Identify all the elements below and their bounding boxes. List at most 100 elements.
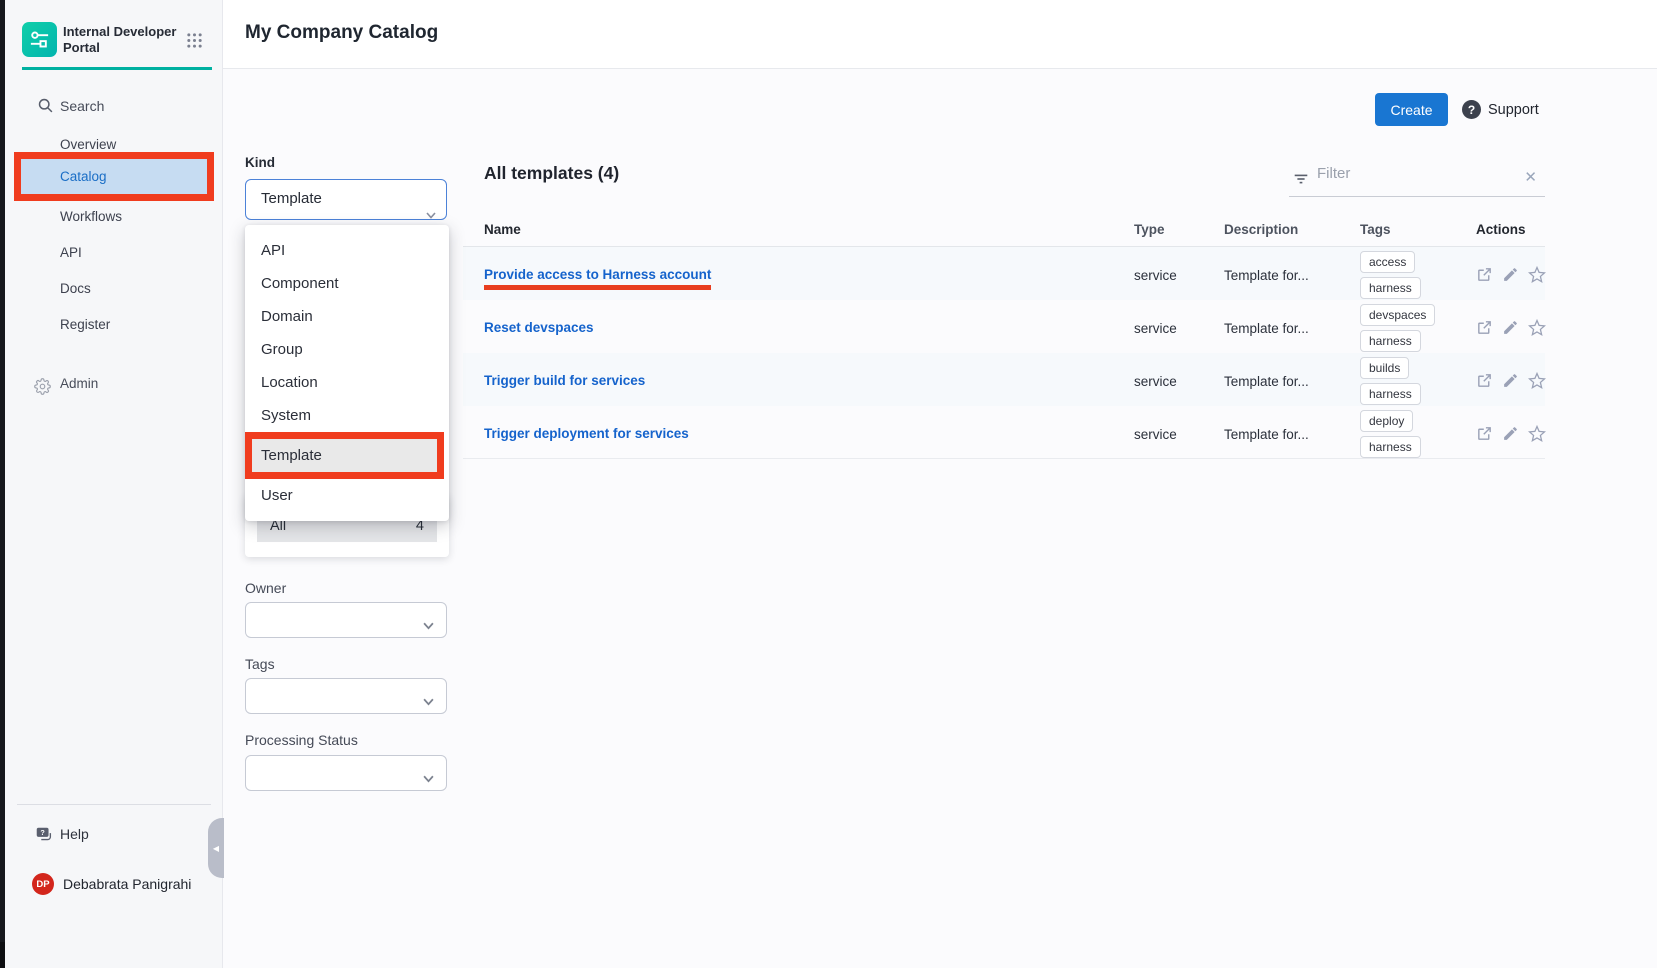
sidebar-item-docs[interactable]: Docs [5, 273, 223, 305]
row-tags: access harness [1360, 247, 1476, 303]
question-circle-icon: ? [1462, 100, 1481, 119]
processing-status-label: Processing Status [245, 732, 358, 748]
gear-icon [34, 375, 51, 407]
tags-select[interactable] [245, 678, 447, 714]
apps-grid-icon[interactable] [186, 32, 203, 54]
help-chat-icon: ? [34, 825, 54, 850]
column-header-description[interactable]: Description [1224, 222, 1360, 237]
user-name: Debabrata Panigrahi [63, 876, 191, 892]
annotation-box-catalog: Catalog [14, 152, 214, 201]
tag-chip[interactable]: deploy [1360, 410, 1413, 432]
star-icon[interactable] [1528, 372, 1546, 390]
column-header-actions: Actions [1476, 222, 1545, 237]
sidebar-item-search[interactable]: Search [5, 92, 223, 122]
tag-chip[interactable]: harness [1360, 436, 1421, 458]
row-name-link[interactable]: Reset devspaces [484, 320, 594, 335]
chevron-down-icon [423, 770, 434, 788]
table-header-row: Name Type Description Tags Actions [463, 213, 1545, 247]
sidebar-item-api[interactable]: API [5, 237, 223, 269]
row-description: Template for... [1224, 374, 1360, 389]
tag-chip[interactable]: devspaces [1360, 304, 1435, 326]
kind-option-domain[interactable]: Domain [245, 300, 449, 333]
row-tags: deploy harness [1360, 406, 1476, 462]
user-menu[interactable]: DP Debabrata Panigrahi [5, 868, 223, 902]
tags-label: Tags [245, 656, 275, 672]
edit-pencil-icon[interactable] [1502, 266, 1519, 284]
tag-chip[interactable]: access [1360, 251, 1415, 273]
owner-select[interactable] [245, 602, 447, 638]
sidebar-item-admin[interactable]: Admin [5, 368, 223, 400]
help-label: Help [60, 826, 89, 842]
open-in-new-icon[interactable] [1476, 372, 1493, 390]
kind-option-api[interactable]: API [245, 234, 449, 267]
kind-option-component[interactable]: Component [245, 267, 449, 300]
row-actions [1476, 319, 1546, 337]
column-header-type[interactable]: Type [1134, 222, 1224, 237]
sidebar-item-workflows[interactable]: Workflows [5, 201, 223, 233]
row-name-link[interactable]: Provide access to Harness account [484, 267, 711, 290]
table-filter: ✕ [1289, 161, 1545, 197]
sidebar-item-register[interactable]: Register [5, 309, 223, 341]
brand-divider [22, 67, 212, 70]
row-type: service [1134, 321, 1224, 336]
idp-logo-icon[interactable] [22, 22, 57, 57]
create-button[interactable]: Create [1375, 93, 1448, 126]
table-title: All templates (4) [484, 163, 619, 184]
sidebar-item-catalog[interactable]: Catalog [21, 159, 207, 194]
column-header-tags[interactable]: Tags [1360, 222, 1476, 237]
open-in-new-icon[interactable] [1476, 319, 1493, 337]
kind-select[interactable]: Template [245, 179, 447, 220]
clear-filter-icon[interactable]: ✕ [1524, 168, 1537, 186]
sidebar-item-help[interactable]: ? Help [5, 820, 223, 852]
row-actions [1476, 266, 1546, 284]
app-window: Internal Developer Portal Search Overvie… [0, 0, 1657, 968]
svg-text:?: ? [40, 828, 45, 837]
circuit-icon [28, 28, 51, 51]
kind-option-template[interactable]: Template [245, 432, 444, 479]
star-icon[interactable] [1528, 319, 1546, 337]
kind-option-location[interactable]: Location [245, 366, 449, 399]
row-name-link[interactable]: Trigger deployment for services [484, 426, 689, 441]
kind-label: Kind [245, 155, 275, 170]
support-label: Support [1488, 102, 1539, 118]
support-button[interactable]: ? Support [1462, 100, 1539, 119]
open-in-new-icon[interactable] [1476, 425, 1493, 443]
table-row: Provide access to Harness account servic… [463, 247, 1545, 300]
kind-option-system[interactable]: System [245, 399, 449, 432]
sidebar-footer-divider [17, 804, 211, 805]
table-row: Trigger deployment for services service … [463, 406, 1545, 459]
search-label: Search [60, 98, 104, 114]
kind-option-user[interactable]: User [245, 479, 449, 512]
column-header-name[interactable]: Name [463, 222, 1134, 237]
kind-option-group[interactable]: Group [245, 333, 449, 366]
admin-label: Admin [60, 368, 98, 400]
star-icon[interactable] [1528, 266, 1546, 284]
processing-status-select[interactable] [245, 755, 447, 791]
row-tags: devspaces harness [1360, 300, 1476, 356]
row-description: Template for... [1224, 427, 1360, 442]
tag-chip[interactable]: harness [1360, 277, 1421, 299]
edit-pencil-icon[interactable] [1502, 319, 1519, 337]
main-content: Create ? Support Kind Template APICompon… [223, 69, 1657, 968]
row-tags: builds harness [1360, 353, 1476, 409]
row-type: service [1134, 427, 1224, 442]
tag-chip[interactable]: builds [1360, 357, 1409, 379]
edit-pencil-icon[interactable] [1502, 425, 1519, 443]
filter-input[interactable] [1317, 165, 1507, 182]
page-header: My Company Catalog [223, 0, 1657, 69]
tag-chip[interactable]: harness [1360, 383, 1421, 405]
row-type: service [1134, 268, 1224, 283]
kind-select-value: Template [261, 190, 322, 207]
sidebar-collapse-handle[interactable]: ◀ [208, 818, 224, 878]
avatar: DP [32, 873, 54, 895]
row-type: service [1134, 374, 1224, 389]
page-title: My Company Catalog [245, 22, 438, 44]
edit-pencil-icon[interactable] [1502, 372, 1519, 390]
open-in-new-icon[interactable] [1476, 266, 1493, 284]
tag-chip[interactable]: harness [1360, 330, 1421, 352]
brand-title: Internal Developer Portal [63, 24, 176, 57]
star-icon[interactable] [1528, 425, 1546, 443]
row-name-link[interactable]: Trigger build for services [484, 373, 645, 388]
filter-icon [1292, 170, 1310, 193]
table-row: Reset devspaces service Template for... … [463, 300, 1545, 353]
